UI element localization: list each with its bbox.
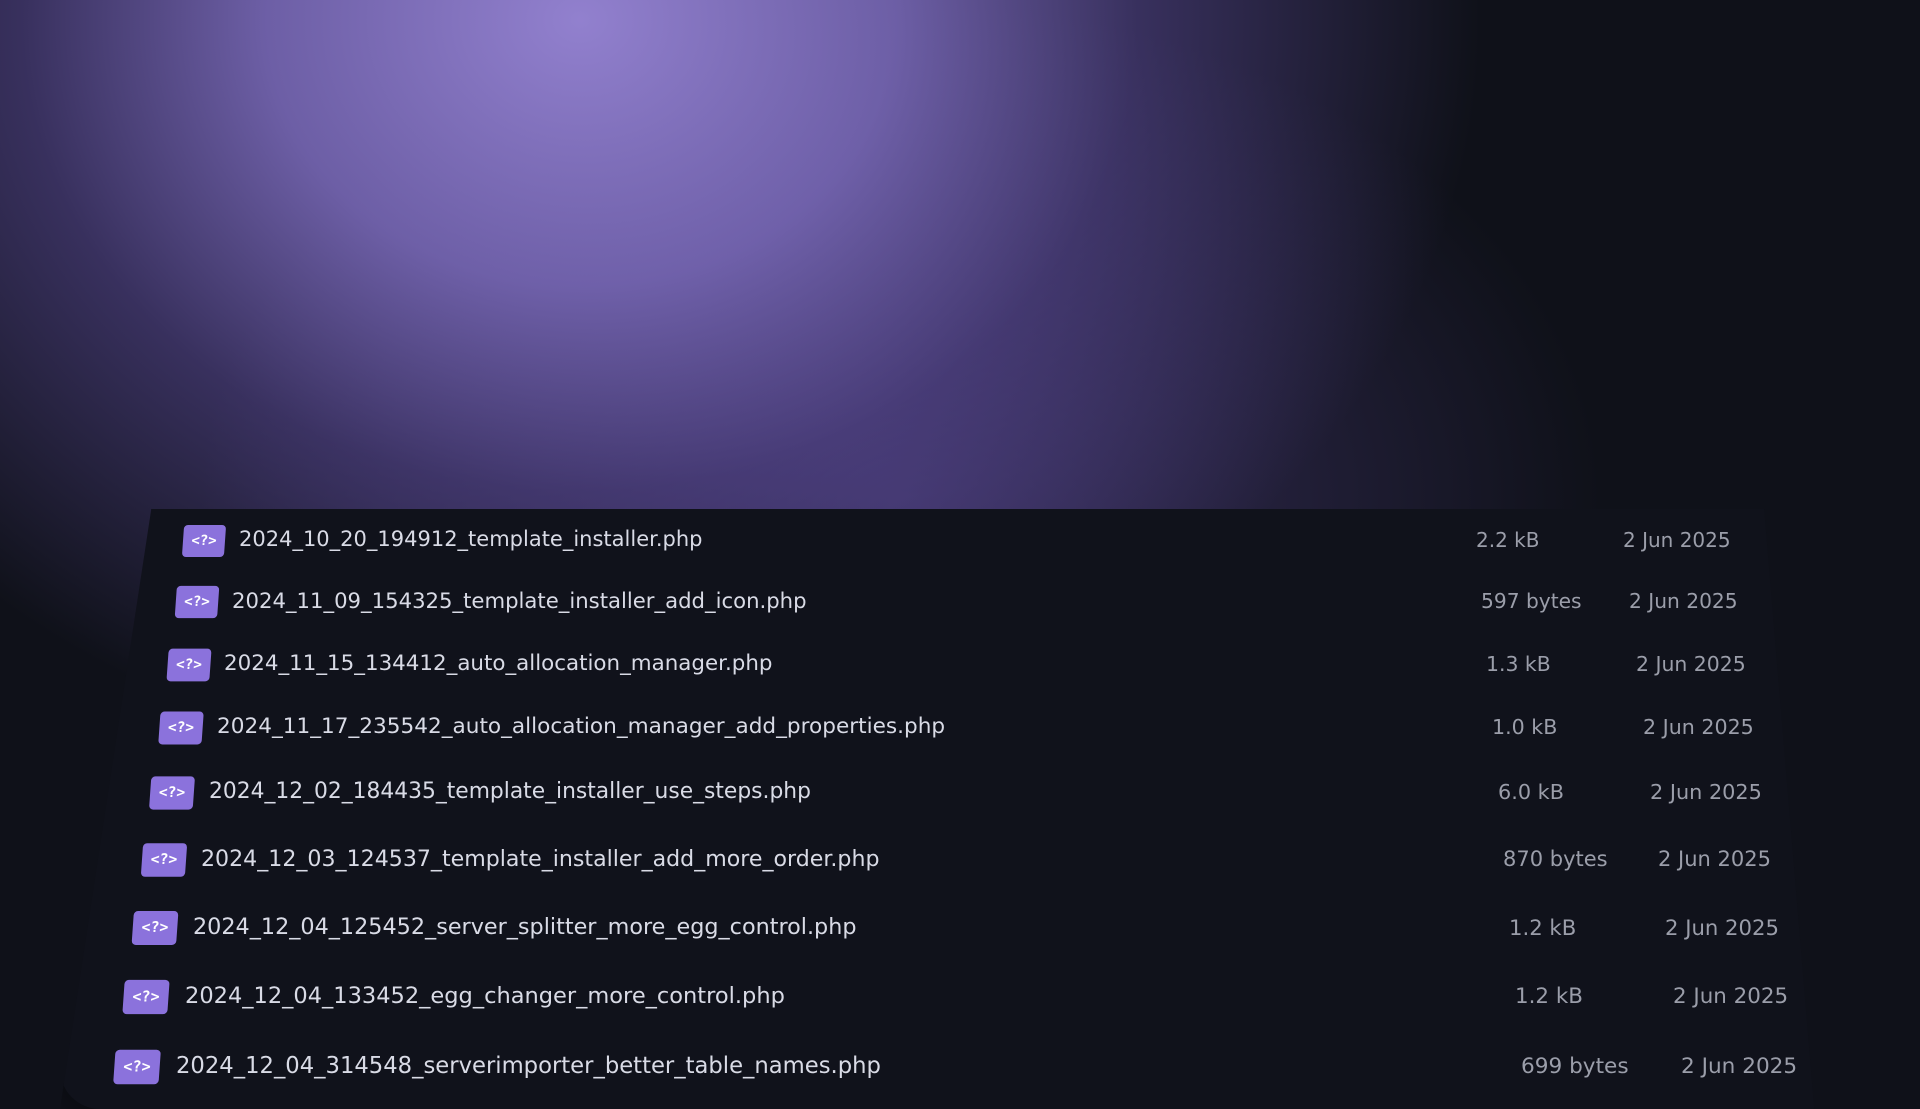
file-size: 1.2 kB [1515,984,1583,1009]
file-modified-date: 2 Jun 2025 [1673,984,1789,1009]
file-name[interactable]: 2024_10_20_194912_template_installer.php [239,527,702,551]
file-size: 1.3 kB [1486,652,1551,676]
file-size: 597 bytes [1481,589,1582,613]
file-modified-date: 2 Jun 2025 [1623,528,1731,552]
file-modified-date: 2 Jun 2025 [1658,847,1771,871]
file-name[interactable]: 2024_12_03_124537_template_installer_add… [201,846,880,872]
file-modified-date: 2 Jun 2025 [1636,652,1746,676]
file-row[interactable]: <?> 2024_12_02_184435_template_installer_… [0,768,1920,818]
file-size: 1.2 kB [1509,915,1577,940]
file-row[interactable]: <?> 2024_11_17_235542_auto_allocation_man… [0,703,1920,753]
file-size: 6.0 kB [1498,780,1564,804]
php-file-icon: <?> [148,776,196,810]
file-row[interactable]: <?> 2024_12_04_314548_serverimporter_bett… [0,1042,1920,1092]
file-row[interactable]: <?> 2024_12_03_124537_template_installer_… [0,835,1920,885]
file-size: 870 bytes [1503,847,1608,871]
file-row[interactable]: <?> 2024_11_15_134412_auto_allocation_man… [0,640,1920,690]
php-file-icon: <?> [131,911,179,945]
file-name[interactable]: 2024_11_15_134412_auto_allocation_manage… [224,651,772,676]
php-file-icon: <?> [158,711,204,745]
php-file-icon: <?> [113,1049,161,1085]
file-modified-date: 2 Jun 2025 [1629,589,1738,613]
file-name[interactable]: 2024_12_02_184435_template_installer_use… [209,779,811,804]
file-modified-date: 2 Jun 2025 [1643,715,1754,739]
file-size: 2.2 kB [1476,528,1540,552]
file-row[interactable]: <?> 2024_12_04_125452_server_splitter_mor… [0,903,1920,953]
file-modified-date: 2 Jun 2025 [1681,1054,1798,1079]
file-name[interactable]: 2024_11_09_154325_template_installer_add… [232,588,807,613]
php-file-icon: <?> [122,979,170,1015]
file-row[interactable]: <?> 2024_11_09_154325_template_installer_… [0,577,1920,627]
file-row[interactable]: <?> 2024_12_04_133452_egg_changer_more_co… [0,972,1920,1022]
file-name[interactable]: 2024_11_17_235542_auto_allocation_manage… [217,714,945,739]
file-name[interactable]: 2024_12_04_133452_egg_changer_more_contr… [185,983,785,1009]
php-file-icon: <?> [140,843,188,877]
file-modified-date: 2 Jun 2025 [1650,780,1762,804]
file-modified-date: 2 Jun 2025 [1665,915,1779,940]
php-file-icon: <?> [181,525,227,557]
file-size: 1.0 kB [1492,715,1558,739]
php-file-icon: <?> [166,648,212,682]
file-name[interactable]: 2024_12_04_314548_serverimporter_better_… [176,1053,881,1079]
file-row[interactable]: <?> 2024_10_20_194912_template_installer.… [0,516,1920,566]
file-size: 699 bytes [1521,1054,1629,1079]
php-file-icon: <?> [174,585,220,619]
file-name[interactable]: 2024_12_04_125452_server_splitter_more_e… [193,914,857,940]
